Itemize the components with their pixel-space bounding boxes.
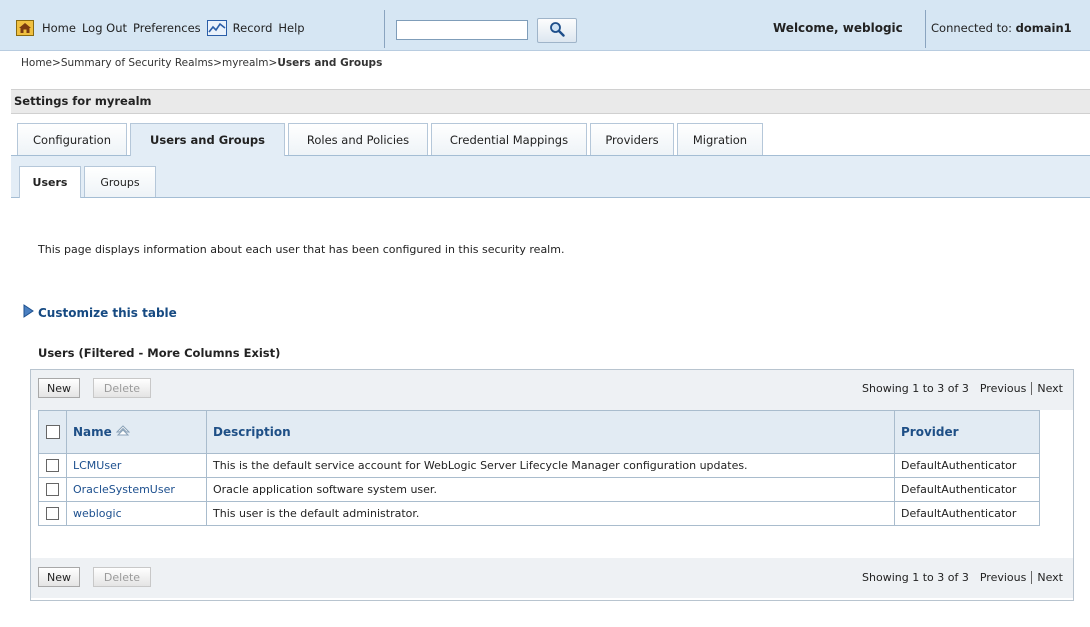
showing-count: Showing 1 to 3 of 3 [862,571,969,584]
pagination-top: Showing 1 to 3 of 3 Previous Next [862,382,1063,395]
customize-table-link[interactable]: Customize this table [22,304,177,321]
subtab-users[interactable]: Users [19,166,81,198]
table-row: OracleSystemUser Oracle application soft… [38,477,1040,502]
breadcrumb-myrealm[interactable]: myrealm [222,57,269,69]
users-table: Name Description Provider LCMUser This i… [38,410,1040,526]
user-description-cell: Oracle application software system user. [206,477,895,502]
pagination-separator [1031,571,1033,584]
column-header-name[interactable]: Name [66,410,207,454]
next-link[interactable]: Next [1037,571,1063,584]
select-all-checkbox[interactable] [45,425,60,440]
tab-underline [11,155,130,156]
subtab-underline [81,197,1090,198]
delete-button-top: Delete [93,378,151,398]
user-provider-cell: DefaultAuthenticator [894,453,1040,478]
page-title: Settings for myrealm [14,94,152,108]
user-name-cell: OracleSystemUser [66,477,207,502]
table-row: LCMUser This is the default service acco… [38,453,1040,478]
breadcrumb: Home>Summary of Security Realms>myrealm>… [21,57,382,69]
showing-count: Showing 1 to 3 of 3 [862,382,969,395]
home-icon[interactable] [16,20,34,36]
select-all-cell [38,410,67,454]
tab-users-and-groups[interactable]: Users and Groups [130,123,285,156]
connected-label: Connected to: [931,21,1012,35]
subtab-groups[interactable]: Groups [84,166,156,197]
nav-help-link[interactable]: Help [278,21,304,35]
user-link-lcmuser[interactable]: LCMUser [73,459,121,472]
tab-underline [285,155,1090,156]
tab-migration[interactable]: Migration [677,123,763,155]
user-provider-cell: DefaultAuthenticator [894,477,1040,502]
user-link-oraclesystemuser[interactable]: OracleSystemUser [73,483,175,496]
table-title: Users (Filtered - More Columns Exist) [38,346,281,360]
tab-configuration[interactable]: Configuration [17,123,127,155]
breadcrumb-home[interactable]: Home [21,57,52,69]
nav-logout-link[interactable]: Log Out [82,21,127,35]
search-input[interactable] [396,20,528,40]
nav-separator [384,10,385,48]
nav-preferences-link[interactable]: Preferences [133,21,201,35]
next-link[interactable]: Next [1037,382,1063,395]
previous-link[interactable]: Previous [980,571,1027,584]
row-select-cell [38,501,67,526]
subtab-area [11,156,1090,198]
tab-credential-mappings[interactable]: Credential Mappings [431,123,587,155]
delete-button-bottom: Delete [93,567,151,587]
column-name-label: Name [73,424,112,439]
connection-info: Connected to: domain1 [931,21,1072,35]
user-description-cell: This user is the default administrator. [206,501,895,526]
column-header-description[interactable]: Description [206,410,895,454]
breadcrumb-security-realms[interactable]: Summary of Security Realms [61,57,213,69]
domain-name: domain1 [1015,21,1072,35]
user-provider-cell: DefaultAuthenticator [894,501,1040,526]
expand-arrow-icon [22,304,34,321]
breadcrumb-separator: > [52,57,61,69]
row-select-cell [38,477,67,502]
welcome-text: Welcome, weblogic [773,21,903,35]
tab-providers[interactable]: Providers [590,123,674,155]
row-select-cell [38,453,67,478]
row-checkbox[interactable] [46,459,59,473]
column-header-provider[interactable]: Provider [894,410,1040,454]
table-header-row: Name Description Provider [38,410,1040,454]
top-bar-border [0,50,1090,51]
row-checkbox[interactable] [46,483,59,497]
user-name-cell: LCMUser [66,453,207,478]
table-row: weblogic This user is the default admini… [38,501,1040,526]
nav-home-link[interactable]: Home [42,21,76,35]
header-separator [925,10,926,48]
tab-roles-and-policies[interactable]: Roles and Policies [288,123,428,155]
customize-table-label: Customize this table [38,305,177,320]
new-button-top[interactable]: New [38,378,80,398]
user-link-weblogic[interactable]: weblogic [73,507,122,520]
row-checkbox[interactable] [46,507,59,521]
user-name-cell: weblogic [66,501,207,526]
pagination-bottom: Showing 1 to 3 of 3 Previous Next [862,571,1063,584]
settings-header: Settings for myrealm [11,89,1090,114]
pagination-separator [1031,382,1033,395]
breadcrumb-current: Users and Groups [277,57,383,69]
previous-link[interactable]: Previous [980,382,1027,395]
global-nav: Home Log Out Preferences Record Help [16,20,305,36]
search-button[interactable] [537,18,577,43]
record-icon[interactable] [206,20,227,36]
nav-record-link[interactable]: Record [233,21,273,35]
page-description: This page displays information about eac… [38,243,565,256]
user-description-cell: This is the default service account for … [206,453,895,478]
subtab-underline [11,197,19,198]
breadcrumb-separator: > [213,57,222,69]
new-button-bottom[interactable]: New [38,567,80,587]
search-icon [549,21,565,40]
sort-ascending-icon[interactable] [115,424,131,440]
